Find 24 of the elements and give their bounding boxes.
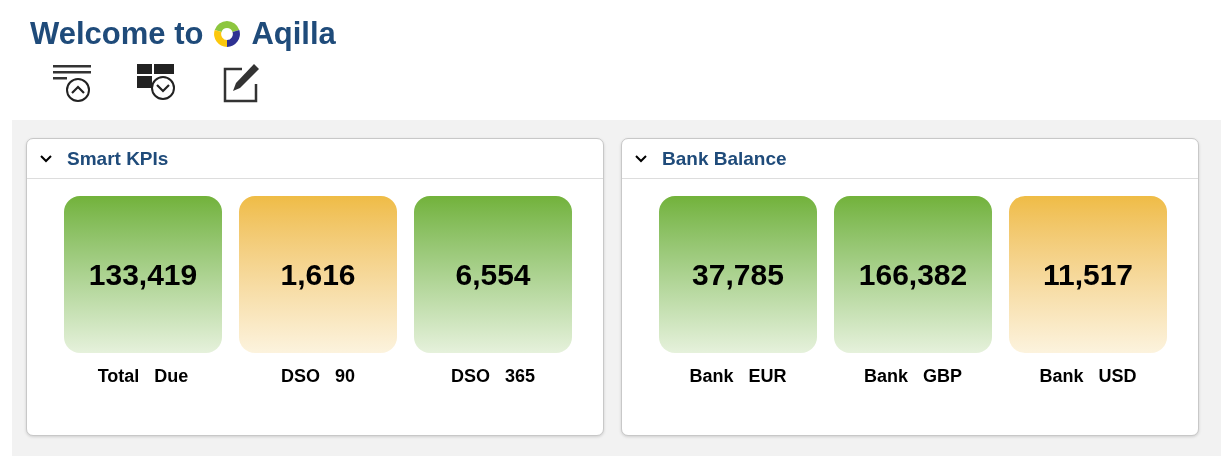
kpi-value: 37,785 bbox=[692, 257, 784, 292]
kpi-value: 133,419 bbox=[88, 257, 198, 292]
kpi-tile[interactable]: 11,517 bbox=[1009, 196, 1167, 353]
kpi-value: 1,616 bbox=[280, 257, 356, 292]
kpi-tile[interactable]: 1,616 bbox=[239, 196, 397, 353]
collapse-all-button[interactable] bbox=[52, 62, 94, 104]
kpi-value: 6,554 bbox=[455, 257, 531, 292]
panel-title: Smart KPIs bbox=[67, 147, 169, 170]
brand-name: Aqilla bbox=[251, 16, 336, 52]
kpi-value: 11,517 bbox=[1042, 257, 1134, 292]
kpi-label: DSO 365 bbox=[450, 366, 535, 387]
kpi-label: Bank USD bbox=[1039, 366, 1137, 387]
kpi-label: Bank GBP bbox=[864, 366, 962, 387]
kpi-label: Bank EUR bbox=[689, 366, 787, 387]
kpi-tile[interactable]: 133,419 bbox=[64, 196, 222, 353]
welcome-title: Welcome to bbox=[30, 16, 204, 52]
kpi-tile[interactable]: 37,785 bbox=[659, 196, 817, 353]
logo-icon bbox=[213, 20, 242, 48]
kpi-label: Total Due bbox=[97, 366, 189, 387]
kpi-label: DSO 90 bbox=[281, 366, 355, 387]
kpi-tile[interactable]: 6,554 bbox=[414, 196, 572, 353]
panel-title: Bank Balance bbox=[662, 147, 787, 170]
kpi-value: 166,382 bbox=[858, 257, 968, 292]
kpi-tile[interactable]: 166,382 bbox=[834, 196, 992, 353]
